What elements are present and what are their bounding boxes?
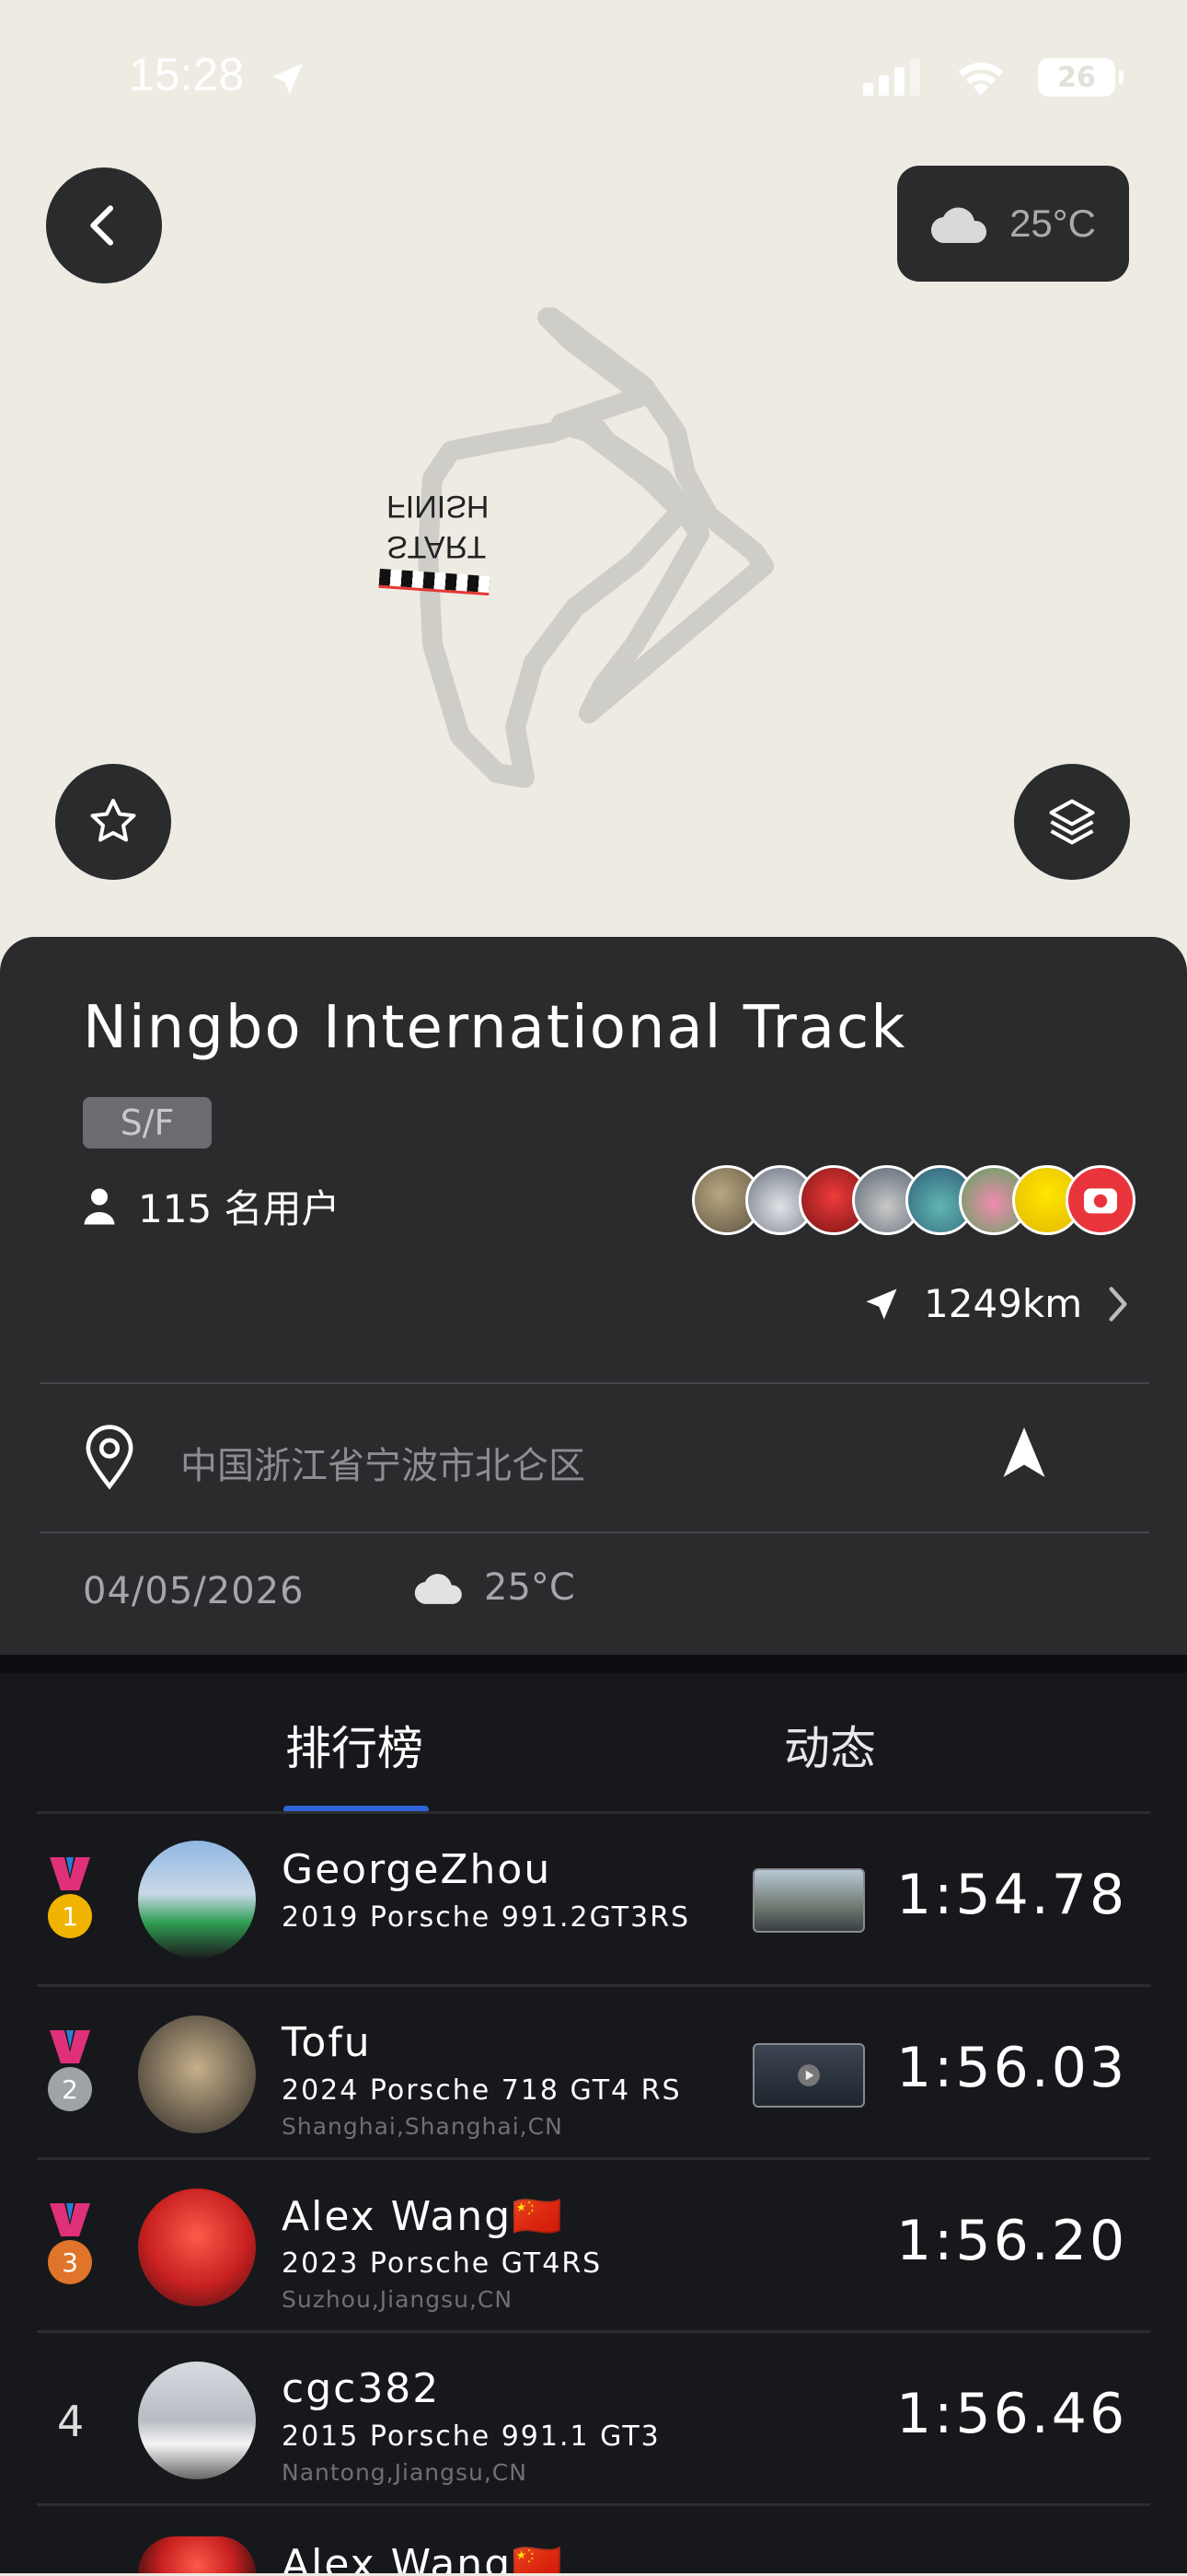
driver-car: 2024 Porsche 718 GT4 RS xyxy=(282,2074,682,2107)
lap-time: 1:56.03 xyxy=(896,2036,1128,2100)
svg-text:2: 2 xyxy=(62,2074,78,2105)
chevron-left-icon xyxy=(90,205,114,246)
avatar xyxy=(138,2189,256,2306)
driver-name: cgc382 xyxy=(282,2365,441,2412)
map-pin-icon xyxy=(81,1425,138,1495)
gold-medal-icon: 1 xyxy=(48,1857,92,1938)
track-date: 04/05/2026 xyxy=(83,1570,305,1612)
lap-video-thumbnail[interactable] xyxy=(753,1868,865,1933)
navigate-button[interactable] xyxy=(999,1423,1049,1485)
driver-car: 2015 Porsche 991.1 GT3 xyxy=(282,2420,661,2453)
panel-divider xyxy=(0,1655,1187,1673)
wifi-icon xyxy=(958,63,1004,96)
map-weather-button[interactable]: 25°C xyxy=(897,166,1129,282)
avatar xyxy=(138,2362,256,2479)
distance-value: 1249km xyxy=(924,1281,1083,1326)
user-count-label: 115 名用户 xyxy=(138,1186,340,1231)
cloud-icon xyxy=(414,1574,462,1604)
bronze-medal-icon: 3 xyxy=(48,2203,92,2284)
driver-location: Nantong,Jiangsu,CN xyxy=(282,2459,527,2486)
track-badge: S/F xyxy=(83,1097,212,1149)
layers-button[interactable] xyxy=(1014,764,1130,880)
svg-text:3: 3 xyxy=(62,2247,78,2278)
start-label: START xyxy=(386,529,487,564)
cloud-icon xyxy=(931,207,987,244)
lap-time: 1:56.46 xyxy=(896,2382,1128,2446)
map-weather-temp: 25°C xyxy=(1009,202,1096,245)
battery-indicator: 26 xyxy=(1038,58,1124,97)
layers-icon xyxy=(1049,799,1095,845)
silver-medal-icon: 2 xyxy=(48,2030,92,2111)
signal-icon xyxy=(863,59,920,96)
svg-text:1: 1 xyxy=(62,1901,78,1932)
lap-video-thumbnail[interactable] xyxy=(753,2043,865,2108)
driver-car: 2023 Porsche GT4RS xyxy=(282,2247,603,2280)
chevron-right-icon xyxy=(1109,1286,1127,1322)
location-services-icon xyxy=(271,64,303,95)
divider xyxy=(40,1382,1149,1384)
track-temp: 25°C xyxy=(484,1566,575,1609)
navigation-arrow-icon xyxy=(1003,1427,1045,1477)
status-time: 15:28 xyxy=(129,49,245,100)
star-icon xyxy=(90,799,136,842)
track-name: Ningbo International Track xyxy=(83,994,907,1062)
rank-number: 4 xyxy=(57,2397,85,2446)
play-icon xyxy=(798,2064,820,2086)
favorite-button[interactable] xyxy=(55,764,171,880)
avatar xyxy=(138,2536,256,2573)
divider xyxy=(40,1531,1149,1533)
person-icon xyxy=(84,1188,115,1224)
user-avatar-stack[interactable] xyxy=(692,1165,1135,1235)
track-address: 中国浙江省宁波市北仑区 xyxy=(180,1445,585,1487)
avatar xyxy=(138,1841,256,1958)
lap-time: 1:54.78 xyxy=(896,1863,1128,1927)
track-weather: 25°C xyxy=(414,1566,575,1609)
back-button[interactable] xyxy=(46,167,162,283)
distance-link[interactable]: 1249km xyxy=(861,1281,1132,1326)
driver-name: Alex Wang🇨🇳 xyxy=(282,2541,564,2573)
tab-leaderboard[interactable]: 排行榜 xyxy=(285,1712,423,1778)
user-count[interactable]: 115 名用户 xyxy=(83,1178,340,1234)
driver-car: 2019 Porsche 991.2GT3RS xyxy=(282,1901,691,1934)
avatar xyxy=(1066,1165,1135,1235)
camera-icon xyxy=(1084,1188,1117,1214)
driver-location: Shanghai,Shanghai,CN xyxy=(282,2113,563,2140)
driver-name: Alex Wang🇨🇳 xyxy=(282,2193,564,2240)
driver-name: GeorgeZhou xyxy=(282,1846,552,1893)
driver-name: Tofu xyxy=(282,2019,372,2066)
status-indicators: 26 xyxy=(863,57,1124,98)
driver-location: Suzhou,Jiangsu,CN xyxy=(282,2286,513,2313)
tab-activity[interactable]: 动态 xyxy=(784,1712,876,1778)
avatar xyxy=(138,2016,256,2133)
finish-label: FINISH xyxy=(386,489,490,524)
lap-time: 1:56.20 xyxy=(896,2209,1128,2273)
location-arrow-icon xyxy=(866,1288,897,1319)
